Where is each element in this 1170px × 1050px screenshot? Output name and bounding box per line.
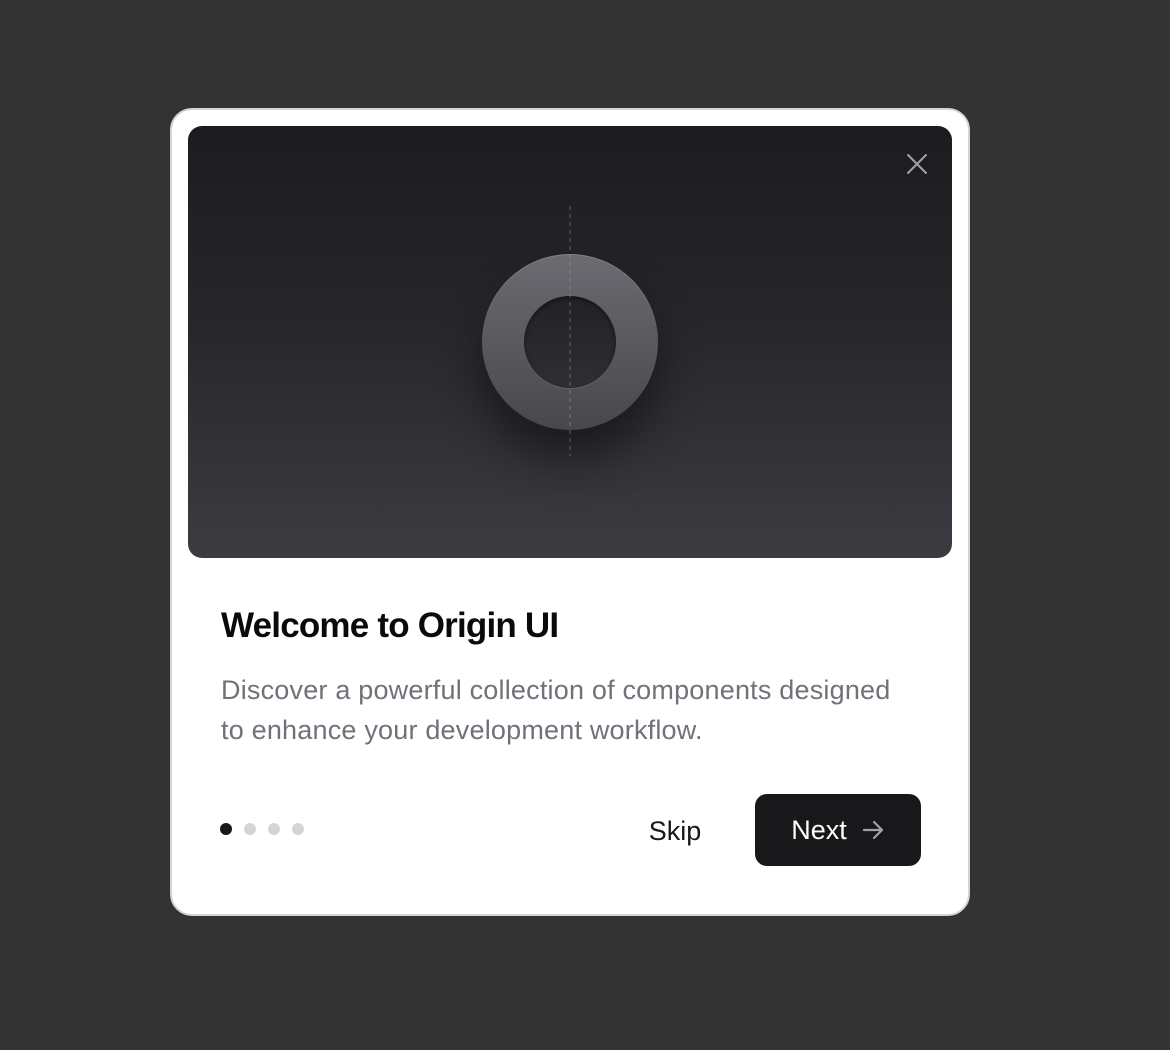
ring-logo-icon <box>482 254 658 430</box>
skip-button[interactable]: Skip <box>620 796 730 866</box>
step-dot-3[interactable] <box>268 823 280 835</box>
dialog-title: Welcome to Origin UI <box>221 606 559 645</box>
hero-illustration <box>188 126 952 558</box>
onboarding-dialog: Welcome to Origin UI Discover a powerful… <box>170 108 970 916</box>
step-dot-1[interactable] <box>220 823 232 835</box>
dialog-description: Discover a powerful collection of compon… <box>221 675 891 745</box>
step-dot-2[interactable] <box>244 823 256 835</box>
next-button[interactable]: Next <box>755 794 921 866</box>
step-indicator <box>220 823 304 835</box>
close-button[interactable] <box>897 144 937 184</box>
ring-logo-hole <box>524 296 616 388</box>
arrow-right-icon <box>861 818 885 842</box>
next-button-label: Next <box>791 814 847 845</box>
close-icon <box>907 154 927 174</box>
step-dot-4[interactable] <box>292 823 304 835</box>
